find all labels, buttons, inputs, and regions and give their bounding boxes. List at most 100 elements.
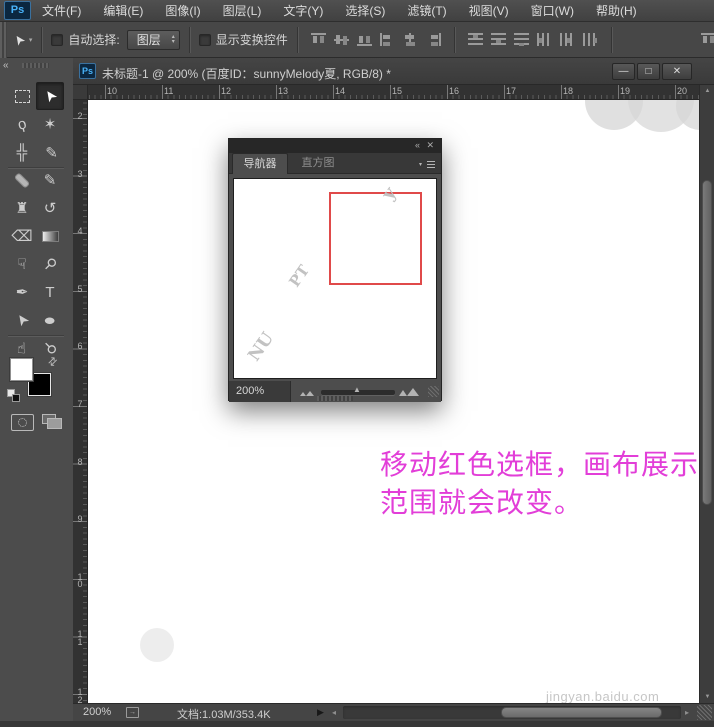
tool-clone-stamp[interactable]: ♜	[8, 194, 36, 222]
tool-eyedropper[interactable]: ✐	[36, 138, 64, 166]
auto-select-checkbox[interactable]	[51, 34, 63, 46]
minimize-button[interactable]: —	[612, 63, 635, 80]
zoom-slider[interactable]: ▲	[321, 390, 395, 395]
spot-healing-brush-icon	[14, 172, 30, 188]
horizontal-scrollbar[interactable]	[343, 706, 681, 719]
tool-history-brush[interactable]: ↺	[36, 194, 64, 222]
annotation-line-2: 范围就会改变。	[380, 484, 699, 522]
tool-rectangular-marquee[interactable]	[8, 82, 36, 110]
tool-smudge[interactable]: ☟	[8, 250, 36, 278]
menu-item-9[interactable]: 帮助(H)	[585, 0, 648, 22]
tools-drag-handle[interactable]	[22, 63, 49, 68]
vertical-scrollbar[interactable]: ▲ ▼	[699, 85, 714, 703]
separator	[41, 27, 42, 53]
tool-spot-healing-brush[interactable]	[8, 166, 36, 194]
crop-icon: ╬	[17, 144, 28, 161]
tool-path-selection[interactable]: ➤	[8, 306, 36, 334]
tool-eraser[interactable]: ⌫	[8, 222, 36, 250]
distribute-horizontal-centers-icon[interactable]	[560, 33, 575, 46]
menu-item-3[interactable]: 图层(L)	[212, 0, 273, 22]
menu-item-1[interactable]: 编辑(E)	[92, 0, 154, 22]
tool-move[interactable]: ➤	[36, 82, 64, 110]
align-horizontal-centers-icon[interactable]	[403, 33, 418, 46]
zoom-out-icon[interactable]	[299, 387, 315, 396]
menu-item-0[interactable]: 文件(F)	[31, 0, 92, 22]
status-zoom-field[interactable]: 200%	[83, 706, 111, 718]
tab-navigator[interactable]: 导航器	[232, 153, 288, 174]
separator	[611, 27, 612, 53]
align-vertical-centers-icon[interactable]	[334, 33, 349, 46]
navigator-view-box[interactable]	[329, 192, 422, 285]
panel-menu-icon[interactable]: ▾	[419, 160, 435, 168]
menu-item-8[interactable]: 窗口(W)	[520, 0, 585, 22]
quick-mask-button[interactable]	[11, 414, 34, 431]
menu-item-2[interactable]: 图像(I)	[154, 0, 211, 22]
distribute-left-edges-icon[interactable]	[537, 33, 552, 46]
scroll-right-icon[interactable]: ▸	[685, 708, 689, 717]
align-icons-group	[307, 33, 445, 46]
align-icon-partial[interactable]	[701, 33, 714, 46]
screen-mode-button[interactable]	[42, 414, 64, 430]
ruler-top-label: 16	[449, 86, 459, 96]
tool-magic-wand[interactable]: ✶	[36, 110, 64, 138]
scroll-down-icon[interactable]: ▼	[700, 694, 714, 700]
scroll-up-icon[interactable]: ▲	[700, 88, 714, 94]
collapse-panel-icon[interactable]: «	[415, 140, 419, 150]
move-icon: ➤	[39, 86, 61, 107]
show-transform-checkbox[interactable]	[199, 34, 211, 46]
distribute-bottom-edges-icon[interactable]	[514, 33, 529, 46]
horizontal-scroll-thumb[interactable]	[501, 707, 662, 718]
align-left-edges-icon[interactable]	[380, 33, 395, 46]
quick-mask-icon	[18, 418, 27, 427]
zoom-in-icon[interactable]	[399, 385, 421, 396]
tab-histogram[interactable]: 直方图	[290, 153, 346, 174]
export-icon[interactable]: →	[126, 707, 139, 718]
navigator-preview[interactable]: yPTNU	[233, 178, 437, 379]
close-panel-icon[interactable]: ✕	[426, 140, 434, 151]
collapse-tools-icon[interactable]: «	[3, 60, 8, 71]
navigator-zoom-field[interactable]: 200%	[229, 381, 291, 402]
distribute-vertical-centers-icon[interactable]	[491, 33, 506, 46]
type-icon: T	[45, 284, 54, 301]
tool-ellipse-shape[interactable]: ●	[36, 306, 64, 334]
ellipse-shape-icon: ●	[43, 312, 57, 329]
navigator-header[interactable]: « ✕	[229, 139, 441, 153]
document-title-bar[interactable]: Ps 未标题-1 @ 200% (百度ID：sunnyMelody夏, RGB/…	[73, 58, 714, 85]
tools-divider	[8, 335, 64, 336]
default-colors-icon[interactable]	[7, 389, 21, 403]
status-popup-arrow-icon[interactable]: ▶	[317, 707, 324, 718]
clone-stamp-icon: ♜	[15, 199, 28, 217]
auto-select-dropdown[interactable]: 图层	[127, 30, 180, 50]
window-resize-grip[interactable]	[697, 705, 712, 720]
foreground-color-swatch[interactable]	[10, 358, 33, 381]
panel-drag-handle[interactable]	[317, 396, 353, 401]
tool-gradient[interactable]	[36, 222, 64, 250]
menu-item-6[interactable]: 滤镜(T)	[396, 0, 457, 22]
distribute-right-edges-icon[interactable]	[583, 33, 598, 46]
align-right-edges-icon[interactable]	[426, 33, 441, 46]
maximize-button[interactable]: □	[637, 63, 660, 80]
path-selection-icon: ➤	[11, 310, 33, 331]
tool-lasso[interactable]: ϙ	[8, 110, 36, 138]
ruler-top-label: 12	[221, 86, 231, 96]
scroll-left-icon[interactable]: ◂	[332, 708, 336, 717]
tool-crop[interactable]: ╬	[8, 138, 36, 166]
watermark-fragment: NU	[244, 329, 278, 365]
tool-brush[interactable]: ✎	[36, 166, 64, 194]
distribute-top-edges-icon[interactable]	[468, 33, 483, 46]
tool-dodge[interactable]: ⚲	[36, 250, 64, 278]
menu-item-4[interactable]: 文字(Y)	[272, 0, 334, 22]
vertical-scroll-thumb[interactable]	[702, 180, 712, 505]
tool-type[interactable]: T	[36, 278, 64, 306]
options-bar: ➤ ▾ 自动选择: 图层 显示变换控件	[0, 22, 714, 58]
panel-resize-grip[interactable]	[428, 386, 439, 397]
document-tab-icon: Ps	[79, 63, 96, 79]
close-button[interactable]: ✕	[662, 63, 692, 80]
menu-item-7[interactable]: 视图(V)	[458, 0, 520, 22]
align-top-edges-icon[interactable]	[311, 33, 326, 46]
menu-item-5[interactable]: 选择(S)	[334, 0, 396, 22]
tool-pen[interactable]: ✒	[8, 278, 36, 306]
move-tool-icon[interactable]: ➤	[10, 30, 29, 48]
zoom-slider-thumb[interactable]: ▲	[353, 385, 361, 394]
align-bottom-edges-icon[interactable]	[357, 33, 372, 46]
